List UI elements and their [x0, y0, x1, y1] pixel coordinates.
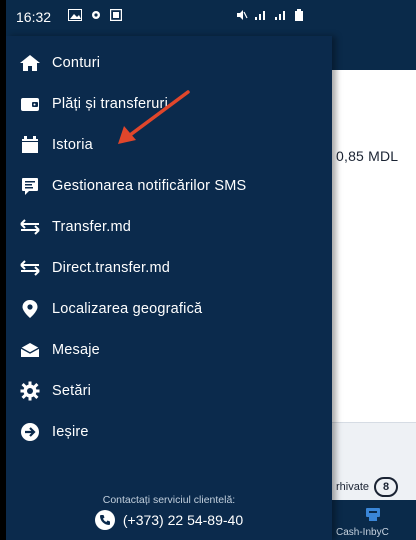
- calendar-icon: [18, 133, 42, 157]
- archived-count-badge: 8: [374, 477, 399, 497]
- signal-icon: [255, 11, 265, 20]
- account-card[interactable]: [332, 174, 416, 237]
- menu-item-label: Ieșire: [52, 423, 89, 440]
- menu-item-label: Gestionarea notificărilor SMS: [52, 177, 247, 194]
- navigation-drawer: Conturi Plăți și transferuri Istoria Ges…: [6, 36, 332, 540]
- phone-screen: 0,85 MDL rhivate 8 Cash-InbyC 16:32 Cont…: [6, 0, 416, 540]
- account-card[interactable]: [332, 70, 416, 119]
- menu-item-plati-transferuri[interactable]: Plăți și transferuri: [6, 83, 332, 124]
- bottom-nav: Cash-InbyC: [332, 500, 416, 540]
- menu-item-direct-transfer-md[interactable]: Direct.transfer.md: [6, 247, 332, 288]
- status-time: 16:32: [16, 9, 52, 25]
- app-notification-icon: [110, 9, 122, 21]
- menu-item-label: Plăți și transferuri: [52, 95, 169, 112]
- image-icon: [68, 9, 82, 21]
- location-icon: [18, 297, 42, 321]
- notification-icon: [92, 11, 100, 19]
- menu-item-conturi[interactable]: Conturi: [6, 42, 332, 83]
- signal-4g-icon: [275, 11, 285, 20]
- menu-item-label: Istoria: [52, 136, 93, 153]
- account-card[interactable]: [332, 118, 416, 175]
- sms-icon: [18, 174, 42, 198]
- account-card[interactable]: [332, 236, 416, 299]
- menu-item-localizare[interactable]: Localizarea geografică: [6, 288, 332, 329]
- menu-item-label: Direct.transfer.md: [52, 259, 171, 276]
- customer-service-contact: Contactați serviciul clientelă: (+373) 2…: [6, 494, 332, 530]
- menu-item-label: Setări: [52, 382, 92, 399]
- menu-item-mesaje[interactable]: Mesaje: [6, 329, 332, 370]
- exit-icon: [18, 420, 42, 444]
- direct-transfer-icon: [18, 256, 42, 280]
- menu-item-notificari-sms[interactable]: Gestionarea notificărilor SMS: [6, 165, 332, 206]
- contact-phone-link[interactable]: (+373) 22 54-89-40: [6, 510, 332, 530]
- atm-icon[interactable]: [365, 506, 381, 522]
- menu-item-istoria[interactable]: Istoria: [6, 124, 332, 165]
- menu-item-setari[interactable]: Setări: [6, 370, 332, 411]
- contact-phone-number: (+373) 22 54-89-40: [122, 512, 244, 528]
- contact-title: Contactați serviciul clientelă:: [102, 494, 236, 506]
- mute-icon: [237, 10, 248, 20]
- bottom-tab-label[interactable]: Cash-InbyC: [336, 527, 389, 538]
- menu-item-label: Conturi: [52, 54, 101, 71]
- status-bar: 16:32: [6, 0, 416, 36]
- battery-icon: [295, 9, 303, 21]
- mail-icon: [18, 338, 42, 362]
- menu-item-iesire[interactable]: Ieșire: [6, 411, 332, 452]
- phone-icon: [94, 510, 115, 530]
- gear-icon: [18, 379, 42, 403]
- menu-item-label: Mesaje: [52, 341, 100, 358]
- account-amount: 0,85 MDL: [336, 148, 399, 164]
- menu-item-label: Transfer.md: [52, 218, 132, 235]
- menu-item-label: Localizarea geografică: [52, 300, 203, 317]
- account-card[interactable]: [332, 298, 416, 361]
- home-icon: [18, 51, 42, 75]
- menu-item-transfer-md[interactable]: Transfer.md: [6, 206, 332, 247]
- transfer-icon: [18, 215, 42, 239]
- drawer-menu: Conturi Plăți și transferuri Istoria Ges…: [6, 42, 332, 452]
- archived-toggle[interactable]: rhivate 8: [336, 477, 399, 497]
- archived-label: rhivate: [336, 481, 370, 493]
- account-card[interactable]: [332, 360, 416, 423]
- wallet-icon: [18, 92, 42, 116]
